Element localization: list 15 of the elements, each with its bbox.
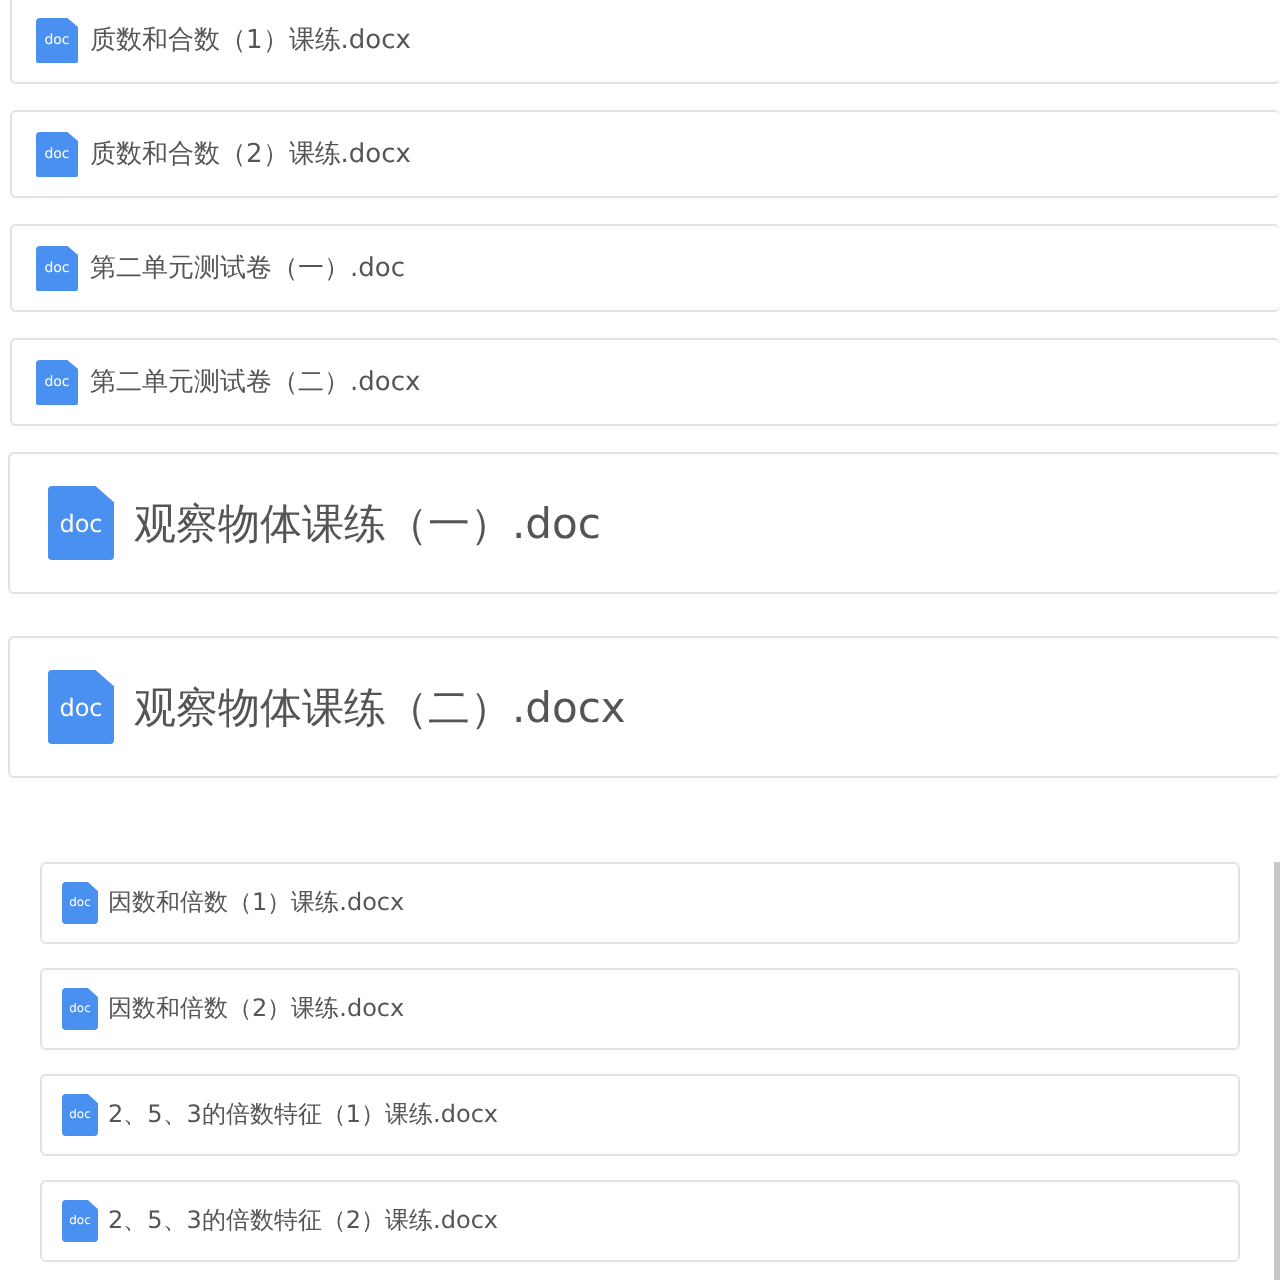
file-name: 因数和倍数（1）课练.docx — [108, 886, 405, 920]
doc-file-icon: doc — [48, 486, 114, 560]
scroll-bar[interactable] — [1274, 862, 1280, 1280]
file-name: 因数和倍数（2）课练.docx — [108, 992, 405, 1026]
file-name: 质数和合数（2）课练.docx — [90, 138, 411, 172]
file-name: 第二单元测试卷（二）.docx — [90, 366, 421, 400]
file-card[interactable]: doc 观察物体课练（一）.doc — [8, 452, 1280, 594]
file-name: 观察物体课练（二）.docx — [134, 681, 626, 735]
file-name: 观察物体课练（一）.doc — [134, 497, 601, 551]
file-name: 2、5、3的倍数特征（1）课练.docx — [108, 1098, 499, 1132]
file-name: 质数和合数（1）课练.docx — [90, 24, 411, 58]
doc-file-icon: doc — [48, 670, 114, 744]
file-name: 第二单元测试卷（一）.doc — [90, 252, 405, 286]
file-name: 2、5、3的倍数特征（2）课练.docx — [108, 1204, 499, 1238]
file-card[interactable]: doc 观察物体课练（二）.docx — [8, 636, 1280, 778]
